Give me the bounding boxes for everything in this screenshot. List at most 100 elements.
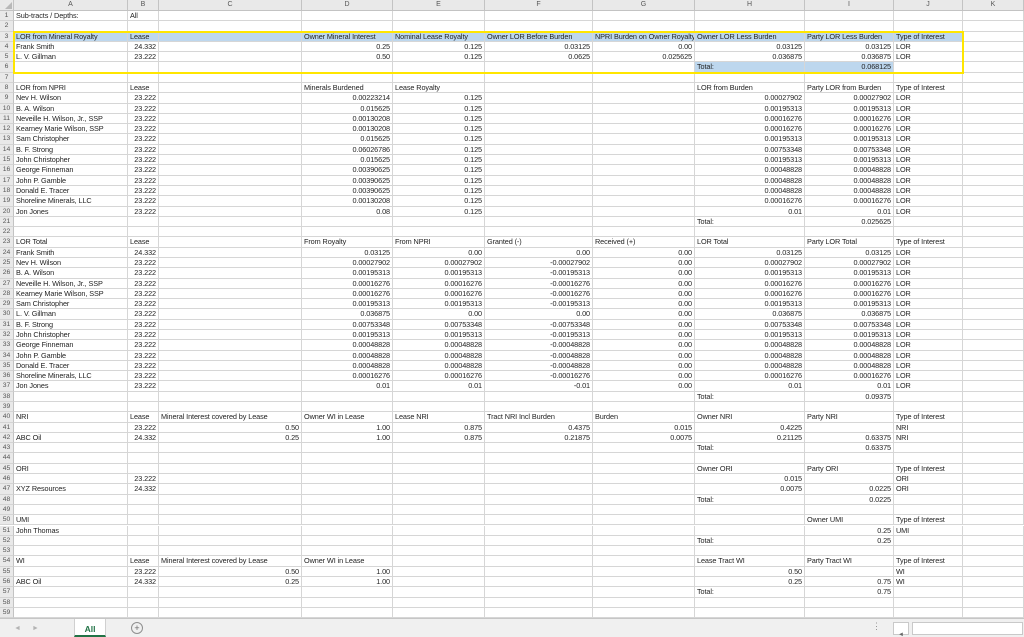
cell[interactable]: [593, 21, 695, 31]
cell[interactable]: [963, 402, 1024, 412]
cell[interactable]: Granted (-): [485, 237, 593, 247]
cell[interactable]: [393, 495, 485, 505]
cell[interactable]: [485, 176, 593, 186]
cell[interactable]: 0.00: [593, 299, 695, 309]
cell[interactable]: -0.00016276: [485, 289, 593, 299]
cell[interactable]: 1.00: [302, 577, 393, 587]
cell[interactable]: 0.125: [393, 165, 485, 175]
cell[interactable]: 23.222: [128, 330, 159, 340]
cell[interactable]: LOR: [894, 176, 963, 186]
cell[interactable]: [695, 73, 805, 83]
cell[interactable]: [159, 371, 302, 381]
cell[interactable]: [128, 62, 159, 72]
cell[interactable]: [963, 176, 1024, 186]
cell[interactable]: [159, 268, 302, 278]
column-header-B[interactable]: B: [128, 0, 159, 11]
cell[interactable]: L. V. Gillman: [14, 309, 128, 319]
cell[interactable]: 0.00: [593, 340, 695, 350]
cell[interactable]: [128, 464, 159, 474]
cell[interactable]: Lease: [128, 83, 159, 93]
cell[interactable]: 23.222: [128, 474, 159, 484]
cell[interactable]: [159, 587, 302, 597]
cell[interactable]: 23.222: [128, 52, 159, 62]
cell[interactable]: Kearney Marie Wilson, SSP: [14, 124, 128, 134]
cell[interactable]: [485, 217, 593, 227]
cell[interactable]: 0.03125: [805, 42, 894, 52]
cell[interactable]: 0.068125: [805, 62, 894, 72]
row-header-18[interactable]: 18: [0, 186, 14, 196]
cell[interactable]: Total:: [695, 495, 805, 505]
cell[interactable]: Frank Smith: [14, 248, 128, 258]
cell[interactable]: LOR: [894, 207, 963, 217]
cell[interactable]: 0.25: [159, 433, 302, 443]
cell[interactable]: [593, 505, 695, 515]
cell[interactable]: [159, 93, 302, 103]
cell[interactable]: 0.0625: [485, 52, 593, 62]
cell[interactable]: [485, 526, 593, 536]
cell[interactable]: [695, 21, 805, 31]
cell[interactable]: [159, 484, 302, 494]
cell[interactable]: [159, 237, 302, 247]
cell[interactable]: [894, 587, 963, 597]
cell[interactable]: [593, 124, 695, 134]
cell[interactable]: [14, 392, 128, 402]
cell[interactable]: From NPRI: [393, 237, 485, 247]
cell[interactable]: 0.00027902: [695, 93, 805, 103]
cell[interactable]: [485, 587, 593, 597]
cell[interactable]: 23.222: [128, 155, 159, 165]
cell[interactable]: [805, 73, 894, 83]
cell[interactable]: 0.0075: [593, 433, 695, 443]
row-header-26[interactable]: 26: [0, 268, 14, 278]
cell[interactable]: [302, 515, 393, 525]
cell[interactable]: 0.00048828: [695, 340, 805, 350]
cell[interactable]: [963, 587, 1024, 597]
cell[interactable]: 23.222: [128, 134, 159, 144]
cell[interactable]: 0.00753348: [695, 320, 805, 330]
cell[interactable]: LOR: [894, 165, 963, 175]
cell[interactable]: 0.036875: [805, 52, 894, 62]
cell[interactable]: [128, 536, 159, 546]
cell[interactable]: 24.332: [128, 484, 159, 494]
column-header-E[interactable]: E: [393, 0, 485, 11]
cell[interactable]: 0.00048828: [805, 351, 894, 361]
cell[interactable]: [159, 536, 302, 546]
cell[interactable]: 0.21875: [485, 433, 593, 443]
cell[interactable]: [805, 453, 894, 463]
cell[interactable]: 23.222: [128, 104, 159, 114]
cell[interactable]: [159, 330, 302, 340]
cell[interactable]: 0.00016276: [302, 289, 393, 299]
cell[interactable]: [963, 248, 1024, 258]
cell[interactable]: [159, 207, 302, 217]
cell[interactable]: NRI: [14, 412, 128, 422]
cell[interactable]: [963, 258, 1024, 268]
cell[interactable]: [593, 104, 695, 114]
cell[interactable]: B. F. Strong: [14, 320, 128, 330]
cell[interactable]: [159, 299, 302, 309]
cell[interactable]: [963, 598, 1024, 608]
cell[interactable]: 0.00195313: [805, 155, 894, 165]
cell[interactable]: [963, 289, 1024, 299]
cell[interactable]: [963, 453, 1024, 463]
row-header-11[interactable]: 11: [0, 114, 14, 124]
cell[interactable]: Total:: [695, 62, 805, 72]
cell[interactable]: [485, 556, 593, 566]
cell[interactable]: [302, 73, 393, 83]
cell[interactable]: 0.036875: [695, 309, 805, 319]
cell[interactable]: LOR: [894, 52, 963, 62]
cell[interactable]: 0.875: [393, 423, 485, 433]
cell[interactable]: [302, 536, 393, 546]
cell[interactable]: [159, 515, 302, 525]
cell[interactable]: 0.00195313: [805, 299, 894, 309]
cell[interactable]: [159, 309, 302, 319]
column-header-F[interactable]: F: [485, 0, 593, 11]
column-header-C[interactable]: C: [159, 0, 302, 11]
cell[interactable]: [159, 145, 302, 155]
cell[interactable]: Total:: [695, 443, 805, 453]
cell[interactable]: [159, 392, 302, 402]
cell[interactable]: 0.01: [393, 381, 485, 391]
cell[interactable]: 24.332: [128, 42, 159, 52]
cell[interactable]: [695, 515, 805, 525]
cell[interactable]: [14, 402, 128, 412]
cell[interactable]: [593, 196, 695, 206]
cell[interactable]: 0.025625: [805, 217, 894, 227]
